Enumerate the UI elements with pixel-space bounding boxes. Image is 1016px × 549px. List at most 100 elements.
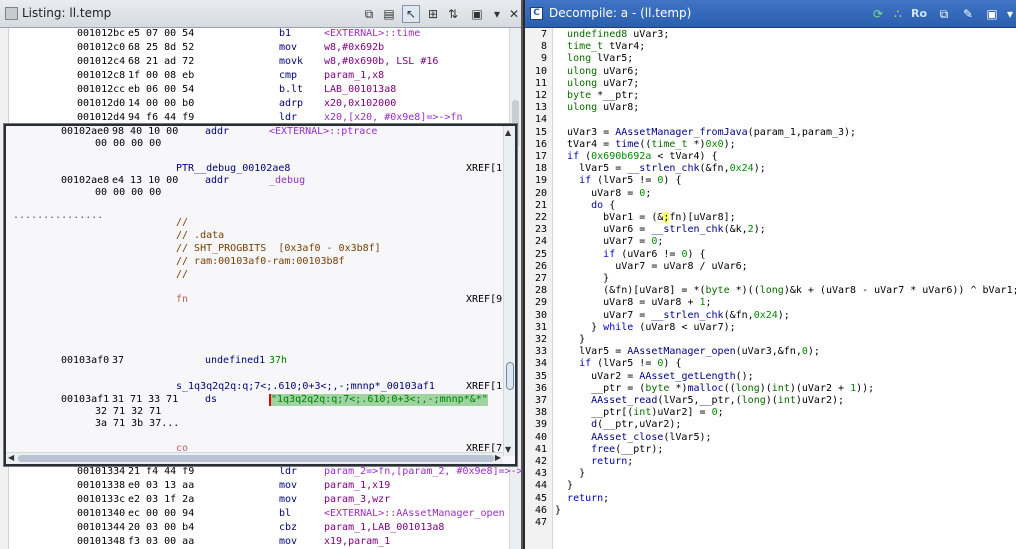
code-text[interactable]: ulong uVar6;	[555, 66, 639, 77]
cursor-icon[interactable]: ↖	[402, 5, 420, 23]
row-operands[interactable]: param_1,LAB_001013a8	[324, 522, 444, 534]
code-text[interactable]: byte *__ptr;	[555, 90, 639, 101]
row-operands[interactable]: w8,#0x692b	[324, 42, 384, 54]
code-text[interactable]: AAsset_close(lVar5);	[555, 432, 711, 443]
code-text[interactable]: __ptr[(int)uVar2] = 0;	[555, 407, 724, 418]
line-number: 25	[534, 248, 547, 260]
row-bytes: e5 07 00 54	[128, 28, 195, 39]
row-operands[interactable]: param_2=>fn,[param_2, #0x9e8]=>->fn	[324, 466, 521, 478]
diff-view-icon[interactable]: ⇅	[444, 5, 462, 23]
line-number: 19	[534, 175, 547, 187]
string-label[interactable]: s_1q3q2q2q:q;7<;.610;0+3<;,-;mnnp*_00103…	[176, 381, 435, 393]
row-bytes: 68 21 ad 72	[128, 56, 195, 67]
field-layout-icon[interactable]: ⊞	[424, 5, 442, 23]
row-operands[interactable]: param_1,x8	[324, 70, 384, 82]
code-text[interactable]: d(__ptr,uVar2);	[555, 419, 681, 430]
code-text[interactable]: ulong uVar8;	[555, 102, 639, 113]
code-text[interactable]: time_t tVar4;	[555, 41, 645, 52]
popup-scroll-thumb[interactable]	[506, 362, 514, 390]
scroll-down-icon[interactable]: ▼	[505, 445, 511, 454]
line-number: 18	[534, 163, 547, 175]
popup-hscroll[interactable]: ◀ ▶	[6, 452, 503, 464]
row-operands[interactable]: _debug	[269, 175, 305, 187]
code-text[interactable]: do {	[555, 200, 615, 211]
graph-icon[interactable]: ∴	[889, 5, 907, 23]
fn-label[interactable]: fn	[176, 294, 188, 306]
code-text[interactable]: uVar6 = __strlen_chk(&k,2);	[555, 224, 766, 235]
code-text[interactable]: bVar1 = (&;fn)[uVar8];	[555, 212, 736, 223]
row-operands[interactable]: x20,[x20, #0x9e8]=>->fn	[324, 112, 462, 124]
row-operands[interactable]: param_1,x19	[324, 480, 390, 492]
row-operands[interactable]: w8,#0x690b, LSL #16	[324, 56, 438, 68]
code-text[interactable]: }	[555, 334, 585, 345]
code-text[interactable]: uVar7 = __strlen_chk(&fn,0x24);	[555, 310, 790, 321]
line-number: 11	[534, 77, 547, 89]
copy-icon[interactable]: ⧉	[360, 5, 378, 23]
code-text[interactable]: uVar7 = uVar8 / uVar6;	[555, 261, 747, 272]
copy-icon[interactable]: ⧉	[935, 5, 953, 23]
code-text[interactable]: uVar3 = AAssetManager_fromJava(param_1,p…	[555, 127, 856, 138]
code-text[interactable]: if (uVar6 != 0) {	[555, 249, 705, 260]
row-mnemonic: ldr	[279, 112, 298, 123]
snapshot-icon[interactable]: ▣	[983, 5, 1001, 23]
code-text[interactable]: return;	[555, 456, 633, 467]
code-text[interactable]: __ptr = (byte *)malloc((long)(int)(uVar2…	[555, 383, 874, 394]
row-bytes: 00 00 00 00	[95, 138, 162, 149]
row-operands[interactable]: LAB_001013a8	[324, 84, 396, 96]
row-mnemonic: b.lt	[279, 84, 304, 95]
scroll-right-icon[interactable]: ▶	[495, 453, 501, 462]
close-icon[interactable]: ✕	[505, 5, 521, 23]
row-mnemonic: addr	[205, 126, 230, 137]
code-text[interactable]: (&fn)[uVar8] = *(byte *)((long)&k + (uVa…	[555, 285, 1016, 296]
code-text[interactable]: }	[555, 480, 573, 491]
row-operands[interactable]: x20,0x102000	[324, 98, 396, 110]
xref-label[interactable]: XREF[1]	[466, 163, 508, 175]
code-text[interactable]: if (lVar5 != 0) {	[555, 175, 681, 186]
code-text[interactable]: if (lVar5 != 0) {	[555, 358, 681, 369]
popup-vscroll[interactable]: ▲ ▼	[503, 126, 515, 456]
code-text[interactable]: }	[555, 468, 585, 479]
paste-icon[interactable]: ▤	[380, 5, 398, 23]
code-text[interactable]: }	[555, 505, 561, 516]
code-text[interactable]: tVar4 = time((time_t *)0x0);	[555, 139, 736, 150]
row-mnemonic: bl	[279, 508, 292, 519]
scroll-up-icon[interactable]: ▲	[505, 128, 511, 137]
code-text[interactable]: uVar7 = 0;	[555, 236, 663, 247]
listing-title: Listing: ll.temp	[22, 6, 112, 20]
readonly-toggle-icon[interactable]: Ro	[908, 5, 930, 23]
row-mnemonic: addr	[205, 175, 230, 186]
popup-hscroll-thumb[interactable]	[18, 455, 494, 462]
code-text[interactable]: undefined8 uVar3;	[555, 29, 669, 40]
xref-label[interactable]: XREF[1]	[466, 381, 508, 393]
edit-icon[interactable]: ✎	[959, 5, 977, 23]
scroll-left-icon[interactable]: ◀	[8, 453, 14, 462]
row-operands[interactable]: <EXTERNAL>::AAssetManager_open	[324, 508, 505, 520]
code-text[interactable]: uVar2 = AAsset_getLength();	[555, 371, 754, 382]
row-operands: <EXTERNAL>::ptrace	[269, 126, 378, 137]
comment-line: // ram:00103af0-ram:00103b8f	[176, 256, 345, 267]
row-addr: 00101348	[77, 536, 126, 547]
code-text[interactable]: ulong uVar7;	[555, 78, 639, 89]
code-text[interactable]: return;	[555, 493, 609, 504]
code-text[interactable]: uVar8 = 0;	[555, 188, 651, 199]
code-text[interactable]: } while (uVar8 < uVar7);	[555, 322, 736, 333]
menu-dropdown-icon[interactable]: ▾	[1001, 5, 1016, 23]
code-text[interactable]: uVar8 = uVar8 + 1;	[555, 297, 711, 308]
code-text[interactable]: AAsset_read(lVar5,__ptr,(long)(int)uVar2…	[555, 395, 844, 406]
row-operands[interactable]: <EXTERNAL>::time	[324, 28, 420, 40]
code-text[interactable]: long lVar5;	[555, 53, 633, 64]
line-number: 12	[534, 90, 547, 101]
ptr-label[interactable]: PTR__debug_00102ae8	[176, 163, 290, 175]
row-operands[interactable]: x19,param_1	[324, 536, 390, 548]
menu-dropdown-icon[interactable]: ▾	[488, 5, 506, 23]
string-value[interactable]: "1q3q2q2q:q;7<;.610;0+3<;,-;mnnp*&*"	[269, 394, 488, 406]
xref-label[interactable]: XREF[9]	[466, 294, 508, 306]
code-text[interactable]: lVar5 = __strlen_chk(&fn,0x24);	[555, 163, 766, 174]
snapshot-icon[interactable]: ▣	[468, 5, 486, 23]
code-text[interactable]: free(__ptr);	[555, 444, 663, 455]
refresh-icon[interactable]: ⟳	[869, 5, 887, 23]
code-text[interactable]: }	[555, 273, 609, 284]
code-text[interactable]: if (0x690b692a < tVar4) {	[555, 151, 718, 162]
code-text[interactable]: lVar5 = AAssetManager_open(uVar3,&fn,0);	[555, 346, 820, 357]
row-operands[interactable]: param_3,wzr	[324, 494, 390, 506]
